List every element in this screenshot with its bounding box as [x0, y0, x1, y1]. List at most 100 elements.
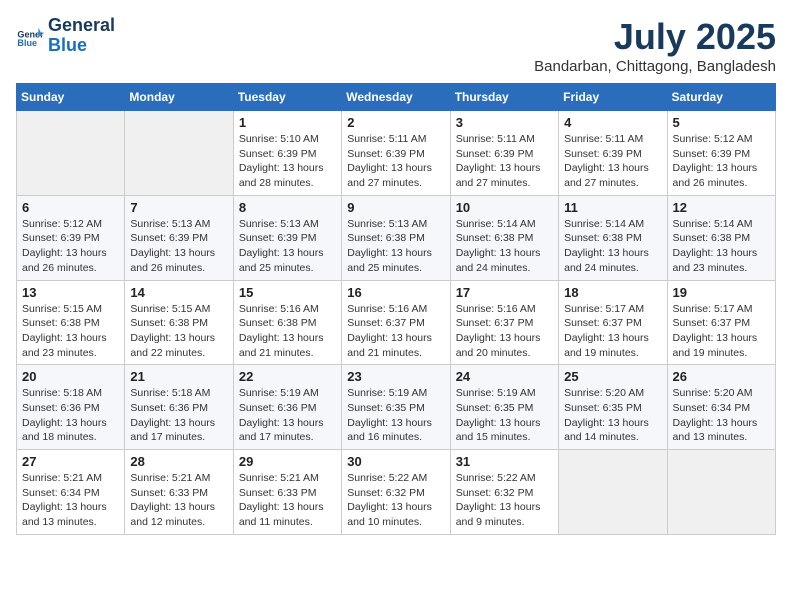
logo-icon: General Blue	[16, 22, 44, 50]
day-number: 23	[347, 369, 444, 384]
day-info: Sunrise: 5:13 AM Sunset: 6:39 PM Dayligh…	[130, 217, 227, 276]
calendar-week-row: 13 Sunrise: 5:15 AM Sunset: 6:38 PM Dayli…	[17, 280, 776, 365]
day-number: 14	[130, 285, 227, 300]
calendar-cell: 8 Sunrise: 5:13 AM Sunset: 6:39 PM Daylig…	[233, 195, 341, 280]
weekday-header: Sunday	[17, 84, 125, 111]
day-number: 22	[239, 369, 336, 384]
logo-text-line1: General	[48, 16, 115, 36]
calendar-cell: 24Sunrise: 5:19 AM Sunset: 6:35 PM Dayli…	[450, 365, 558, 450]
calendar-cell: 12Sunrise: 5:14 AM Sunset: 6:38 PM Dayli…	[667, 195, 775, 280]
day-number: 8	[239, 200, 336, 215]
day-info: Sunrise: 5:17 AM Sunset: 6:37 PM Dayligh…	[673, 302, 770, 361]
day-number: 11	[564, 200, 661, 215]
calendar-cell: 27Sunrise: 5:21 AM Sunset: 6:34 PM Dayli…	[17, 450, 125, 535]
day-info: Sunrise: 5:21 AM Sunset: 6:33 PM Dayligh…	[130, 471, 227, 530]
calendar-table: SundayMondayTuesdayWednesdayThursdayFrid…	[16, 83, 776, 535]
day-info: Sunrise: 5:16 AM Sunset: 6:37 PM Dayligh…	[456, 302, 553, 361]
calendar-cell: 28 Sunrise: 5:21 AM Sunset: 6:33 PM Dayli…	[125, 450, 233, 535]
calendar-cell	[17, 111, 125, 196]
day-number: 13	[22, 285, 119, 300]
calendar-cell: 2 Sunrise: 5:11 AM Sunset: 6:39 PM Daylig…	[342, 111, 450, 196]
calendar-cell: 1Sunrise: 5:10 AM Sunset: 6:39 PM Daylig…	[233, 111, 341, 196]
day-info: Sunrise: 5:11 AM Sunset: 6:39 PM Dayligh…	[347, 132, 444, 191]
calendar-cell: 16 Sunrise: 5:16 AM Sunset: 6:37 PM Dayli…	[342, 280, 450, 365]
calendar-cell: 7 Sunrise: 5:13 AM Sunset: 6:39 PM Daylig…	[125, 195, 233, 280]
day-number: 21	[130, 369, 227, 384]
day-info: Sunrise: 5:21 AM Sunset: 6:33 PM Dayligh…	[239, 471, 336, 530]
calendar-cell	[125, 111, 233, 196]
day-number: 17	[456, 285, 553, 300]
day-info: Sunrise: 5:16 AM Sunset: 6:37 PM Dayligh…	[347, 302, 444, 361]
day-number: 28	[130, 454, 227, 469]
weekday-header: Monday	[125, 84, 233, 111]
day-info: Sunrise: 5:12 AM Sunset: 6:39 PM Dayligh…	[22, 217, 119, 276]
day-info: Sunrise: 5:11 AM Sunset: 6:39 PM Dayligh…	[456, 132, 553, 191]
day-info: Sunrise: 5:12 AM Sunset: 6:39 PM Dayligh…	[673, 132, 770, 191]
day-number: 26	[673, 369, 770, 384]
day-number: 31	[456, 454, 553, 469]
logo-text-line2: Blue	[48, 36, 115, 56]
calendar-cell: 22 Sunrise: 5:19 AM Sunset: 6:36 PM Dayli…	[233, 365, 341, 450]
day-number: 6	[22, 200, 119, 215]
calendar-cell: 26 Sunrise: 5:20 AM Sunset: 6:34 PM Dayli…	[667, 365, 775, 450]
calendar-cell: 5 Sunrise: 5:12 AM Sunset: 6:39 PM Daylig…	[667, 111, 775, 196]
page-header: General Blue General Blue July 2025 Band…	[16, 16, 776, 75]
calendar-cell: 25 Sunrise: 5:20 AM Sunset: 6:35 PM Dayli…	[559, 365, 667, 450]
header-row: SundayMondayTuesdayWednesdayThursdayFrid…	[17, 84, 776, 111]
day-number: 9	[347, 200, 444, 215]
day-number: 5	[673, 115, 770, 130]
calendar-week-row: 6 Sunrise: 5:12 AM Sunset: 6:39 PM Daylig…	[17, 195, 776, 280]
calendar-week-row: 1Sunrise: 5:10 AM Sunset: 6:39 PM Daylig…	[17, 111, 776, 196]
calendar-body: 1Sunrise: 5:10 AM Sunset: 6:39 PM Daylig…	[17, 111, 776, 535]
calendar-header: SundayMondayTuesdayWednesdayThursdayFrid…	[17, 84, 776, 111]
day-number: 20	[22, 369, 119, 384]
calendar-cell: 3 Sunrise: 5:11 AM Sunset: 6:39 PM Daylig…	[450, 111, 558, 196]
calendar-cell: 21 Sunrise: 5:18 AM Sunset: 6:36 PM Dayli…	[125, 365, 233, 450]
day-info: Sunrise: 5:20 AM Sunset: 6:35 PM Dayligh…	[564, 386, 661, 445]
weekday-header: Wednesday	[342, 84, 450, 111]
day-info: Sunrise: 5:18 AM Sunset: 6:36 PM Dayligh…	[130, 386, 227, 445]
title-block: July 2025 Bandarban, Chittagong, Banglad…	[534, 16, 776, 75]
calendar-cell	[667, 450, 775, 535]
calendar-cell: 31 Sunrise: 5:22 AM Sunset: 6:32 PM Dayli…	[450, 450, 558, 535]
day-number: 25	[564, 369, 661, 384]
calendar-cell: 4 Sunrise: 5:11 AM Sunset: 6:39 PM Daylig…	[559, 111, 667, 196]
weekday-header: Tuesday	[233, 84, 341, 111]
day-info: Sunrise: 5:11 AM Sunset: 6:39 PM Dayligh…	[564, 132, 661, 191]
day-info: Sunrise: 5:22 AM Sunset: 6:32 PM Dayligh…	[456, 471, 553, 530]
day-info: Sunrise: 5:19 AM Sunset: 6:35 PM Dayligh…	[347, 386, 444, 445]
day-number: 4	[564, 115, 661, 130]
calendar-cell: 23 Sunrise: 5:19 AM Sunset: 6:35 PM Dayli…	[342, 365, 450, 450]
calendar-cell: 6 Sunrise: 5:12 AM Sunset: 6:39 PM Daylig…	[17, 195, 125, 280]
day-info: Sunrise: 5:14 AM Sunset: 6:38 PM Dayligh…	[456, 217, 553, 276]
day-number: 2	[347, 115, 444, 130]
day-info: Sunrise: 5:18 AM Sunset: 6:36 PM Dayligh…	[22, 386, 119, 445]
day-info: Sunrise: 5:20 AM Sunset: 6:34 PM Dayligh…	[673, 386, 770, 445]
day-info: Sunrise: 5:13 AM Sunset: 6:38 PM Dayligh…	[347, 217, 444, 276]
calendar-cell: 19Sunrise: 5:17 AM Sunset: 6:37 PM Dayli…	[667, 280, 775, 365]
day-number: 29	[239, 454, 336, 469]
day-number: 30	[347, 454, 444, 469]
day-info: Sunrise: 5:13 AM Sunset: 6:39 PM Dayligh…	[239, 217, 336, 276]
day-number: 16	[347, 285, 444, 300]
day-info: Sunrise: 5:14 AM Sunset: 6:38 PM Dayligh…	[564, 217, 661, 276]
calendar-cell: 10Sunrise: 5:14 AM Sunset: 6:38 PM Dayli…	[450, 195, 558, 280]
calendar-cell: 20 Sunrise: 5:18 AM Sunset: 6:36 PM Dayli…	[17, 365, 125, 450]
calendar-title: July 2025	[534, 16, 776, 58]
day-number: 3	[456, 115, 553, 130]
day-number: 27	[22, 454, 119, 469]
weekday-header: Saturday	[667, 84, 775, 111]
day-info: Sunrise: 5:22 AM Sunset: 6:32 PM Dayligh…	[347, 471, 444, 530]
calendar-cell	[559, 450, 667, 535]
day-number: 15	[239, 285, 336, 300]
calendar-cell: 9 Sunrise: 5:13 AM Sunset: 6:38 PM Daylig…	[342, 195, 450, 280]
calendar-cell: 18Sunrise: 5:17 AM Sunset: 6:37 PM Dayli…	[559, 280, 667, 365]
weekday-header: Thursday	[450, 84, 558, 111]
day-info: Sunrise: 5:19 AM Sunset: 6:36 PM Dayligh…	[239, 386, 336, 445]
day-number: 7	[130, 200, 227, 215]
day-info: Sunrise: 5:14 AM Sunset: 6:38 PM Dayligh…	[673, 217, 770, 276]
calendar-cell: 17 Sunrise: 5:16 AM Sunset: 6:37 PM Dayli…	[450, 280, 558, 365]
calendar-cell: 13Sunrise: 5:15 AM Sunset: 6:38 PM Dayli…	[17, 280, 125, 365]
day-info: Sunrise: 5:15 AM Sunset: 6:38 PM Dayligh…	[130, 302, 227, 361]
day-info: Sunrise: 5:10 AM Sunset: 6:39 PM Dayligh…	[239, 132, 336, 191]
